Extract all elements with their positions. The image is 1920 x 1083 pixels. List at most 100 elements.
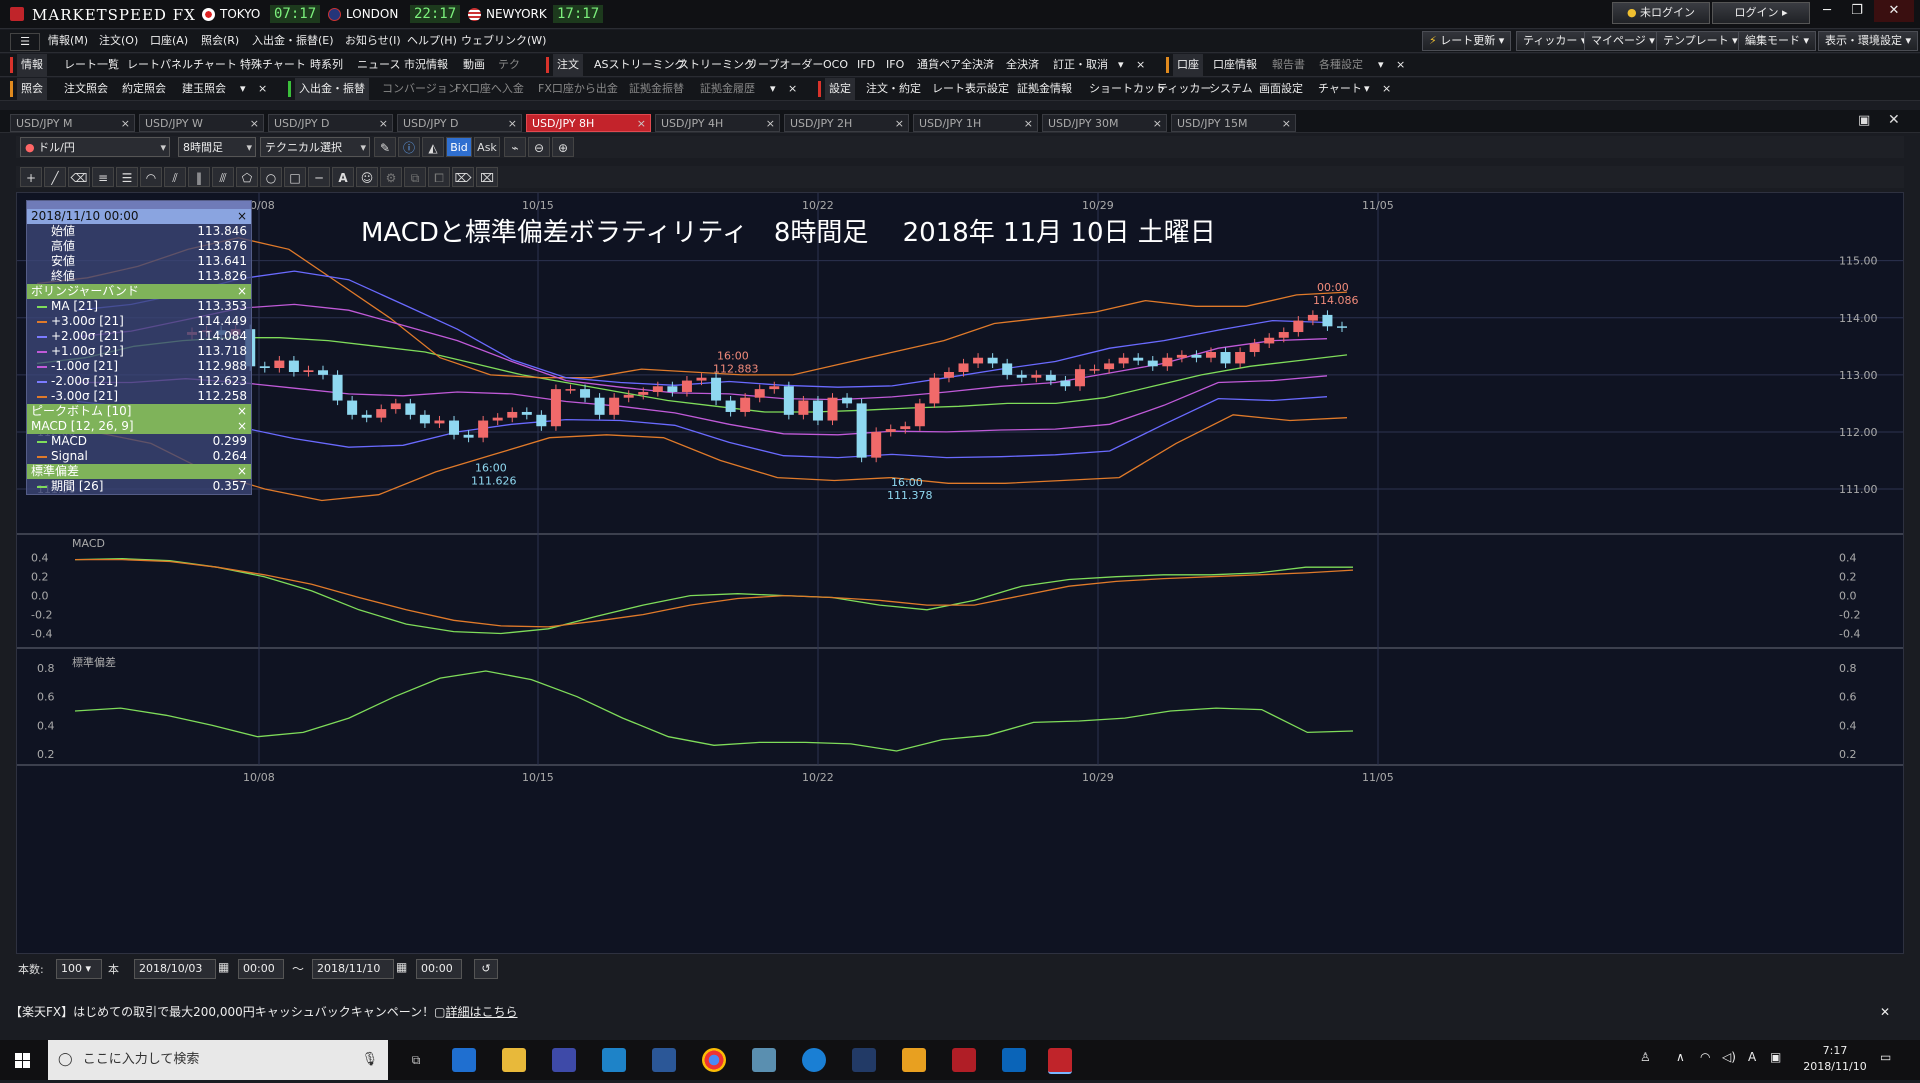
transfer-close-icon[interactable]: × — [788, 78, 797, 100]
toolbar-streaming[interactable]: ストリーミング — [678, 54, 755, 76]
notification-settings-icon[interactable]: ▣ — [1770, 1050, 1781, 1064]
login-status-button[interactable]: ● 未ログイン — [1612, 2, 1710, 24]
horizontal-lines-icon[interactable]: ≡ — [92, 167, 114, 187]
to-calendar-icon[interactable]: ▦ — [396, 960, 407, 974]
toolbar-account-info[interactable]: 口座情報 — [1213, 54, 1257, 76]
toolbar-info[interactable]: 情報 — [17, 54, 47, 76]
rate-update-button[interactable]: ⚡ レート更新 ▾ — [1422, 31, 1512, 51]
tray-chevron-icon[interactable]: ∧ — [1676, 1050, 1685, 1064]
volume-icon[interactable]: ◁) — [1722, 1050, 1736, 1064]
toolbar-account[interactable]: 口座 — [1173, 54, 1203, 76]
toolbar-fx-deposit[interactable]: FX口座へ入金 — [455, 78, 524, 100]
app-feather-icon[interactable] — [852, 1048, 876, 1072]
panel-grip[interactable] — [27, 201, 251, 209]
tab-usdjpy-4h[interactable]: USD/JPY 4H × — [655, 114, 780, 132]
toolbar-margin-info[interactable]: 証拠金情報 — [1017, 78, 1072, 100]
toolbar-report[interactable]: 報告書 — [1272, 54, 1305, 76]
from-calendar-icon[interactable]: ▦ — [218, 960, 229, 974]
rectangle-icon[interactable]: □ — [284, 167, 306, 187]
inquiry-close-icon[interactable]: × — [258, 78, 267, 100]
to-date-field[interactable]: 2018/11/10 — [312, 959, 394, 979]
toolbar-order-inquiry[interactable]: 注文照会 — [64, 78, 108, 100]
tab-usdjpy-m[interactable]: USD/JPY M × — [10, 114, 135, 132]
period-select[interactable]: 8時間足 — [178, 137, 256, 158]
tab-usdjpy-1h[interactable]: USD/JPY 1H × — [913, 114, 1038, 132]
ie-browser-icon[interactable] — [452, 1048, 476, 1072]
toolbar-leave-order[interactable]: リーブオーダー — [747, 54, 823, 76]
data-window-panel[interactable]: 2018/11/10 00:00 × 始値 113.846 高値 113.876 安値… — [26, 200, 252, 495]
toolbar-time-series[interactable]: 時系列 — [310, 54, 343, 76]
close-chart-icon[interactable]: ✕ — [1888, 112, 1900, 128]
area-chart-icon[interactable]: ◭ — [422, 137, 444, 157]
toolbar-various-settings[interactable]: 各種設定 — [1319, 54, 1363, 76]
toolbar-oco[interactable]: OCO — [823, 54, 848, 76]
window-app-icon[interactable] — [602, 1048, 626, 1072]
fibonacci-icon[interactable]: ☰ — [116, 167, 138, 187]
toolbar-rate-display[interactable]: レート表示設定 — [932, 78, 1009, 100]
vertical-lines-icon[interactable]: ‖ — [188, 167, 210, 187]
from-time-field[interactable]: 00:00 — [238, 959, 284, 979]
menu-info[interactable]: 情報(M) — [48, 30, 88, 52]
mypage-button[interactable]: マイページ ▾ — [1584, 31, 1662, 51]
from-date-field[interactable]: 2018/10/03 — [134, 959, 216, 979]
toolbar-market-info[interactable]: 市況情報 — [404, 54, 448, 76]
maximize-chart-icon[interactable]: ▣ — [1858, 113, 1870, 128]
bid-toggle[interactable]: Bid — [446, 137, 472, 157]
to-time-field[interactable]: 00:00 — [416, 959, 462, 979]
ime-icon[interactable]: A — [1748, 1050, 1756, 1064]
toolbar-ifd[interactable]: IFD — [857, 54, 875, 76]
task-view-icon[interactable]: ⧉ — [404, 1048, 428, 1072]
toolbar-as-streaming[interactable]: ASストリーミング — [594, 54, 686, 76]
refresh-icon[interactable]: ↺ — [474, 959, 498, 979]
toolbar-order-execution[interactable]: 注文・約定 — [866, 78, 921, 100]
account-close-icon[interactable]: × — [1396, 54, 1405, 76]
toolbar-special-chart[interactable]: 特殊チャート — [240, 54, 306, 76]
trendline-icon[interactable]: ╱ — [44, 167, 66, 187]
menu-inquiry[interactable]: 照会(R) — [201, 30, 239, 52]
zoom-in-icon[interactable]: ⊕ — [552, 137, 574, 157]
menu-hamburger-icon[interactable]: ☰ — [10, 33, 40, 51]
toolbar-settle-all[interactable]: 全決済 — [1006, 54, 1039, 76]
account-dropdown-icon[interactable]: ▾ — [1378, 54, 1384, 76]
currency-pair-select[interactable]: ● ドル/円 — [20, 137, 170, 158]
settings-close-icon[interactable]: × — [1382, 78, 1391, 100]
close-icon[interactable]: ✕ — [1874, 0, 1914, 22]
toolbar-chart[interactable]: チャート — [193, 54, 237, 76]
microphone-icon[interactable]: 🎙 — [361, 1040, 378, 1080]
delete-icon[interactable]: ⌦ — [452, 167, 474, 187]
pen-icon[interactable]: ✎ — [374, 137, 396, 157]
calendar-app-icon[interactable] — [552, 1048, 576, 1072]
toolbar-fx-withdraw[interactable]: FX口座から出金 — [538, 78, 618, 100]
chart-type-icon[interactable]: ⌁ — [504, 137, 526, 157]
campaign-close-icon[interactable]: ✕ — [1880, 1000, 1890, 1024]
toolbar-margin-history[interactable]: 証拠金履歴 — [700, 78, 755, 100]
toolbar-ifo[interactable]: IFO — [886, 54, 904, 76]
action-center-icon[interactable]: ▭ — [1880, 1050, 1891, 1064]
menu-weblink[interactable]: ウェブリンク(W) — [461, 30, 546, 52]
edge-icon[interactable] — [802, 1048, 826, 1072]
app-orange-icon[interactable] — [902, 1048, 926, 1072]
toolbar-technical[interactable]: テク — [498, 54, 520, 76]
toolbar-chart-settings[interactable]: チャート — [1318, 78, 1362, 100]
toolbar-execution-inquiry[interactable]: 約定照会 — [122, 78, 166, 100]
tab-usdjpy-30m[interactable]: USD/JPY 30M × — [1042, 114, 1167, 132]
people-icon[interactable]: ♙ — [1640, 1050, 1651, 1064]
toolbar-rate-list[interactable]: レート一覧 — [64, 54, 119, 76]
crosshair-icon[interactable]: + — [20, 167, 42, 187]
zoom-out-icon[interactable]: ⊖ — [528, 137, 550, 157]
toolbar-system[interactable]: システム — [1209, 78, 1253, 100]
toolbar-video[interactable]: 動画 — [463, 54, 485, 76]
bar-count-select[interactable]: 100 ▾ — [56, 959, 102, 979]
paint-icon[interactable] — [752, 1048, 776, 1072]
icon-stamp-icon[interactable]: ☺ — [356, 167, 378, 187]
toolbar-ticker[interactable]: ティッカー — [1157, 78, 1211, 100]
menu-notice[interactable]: お知らせ(I) — [345, 30, 401, 52]
menu-account[interactable]: 口座(A) — [150, 30, 188, 52]
text-icon[interactable]: A — [332, 167, 354, 187]
order-dropdown-icon[interactable]: ▾ — [1118, 54, 1124, 76]
paste-icon[interactable]: ⧠ — [428, 167, 450, 187]
transfer-dropdown-icon[interactable]: ▾ — [770, 78, 776, 100]
login-button[interactable]: ログイン ▸ — [1712, 2, 1810, 24]
toolbar-pair-settle-all[interactable]: 通貨ペア全決済 — [917, 54, 994, 76]
toolbar-settings[interactable]: 設定 — [825, 78, 855, 100]
